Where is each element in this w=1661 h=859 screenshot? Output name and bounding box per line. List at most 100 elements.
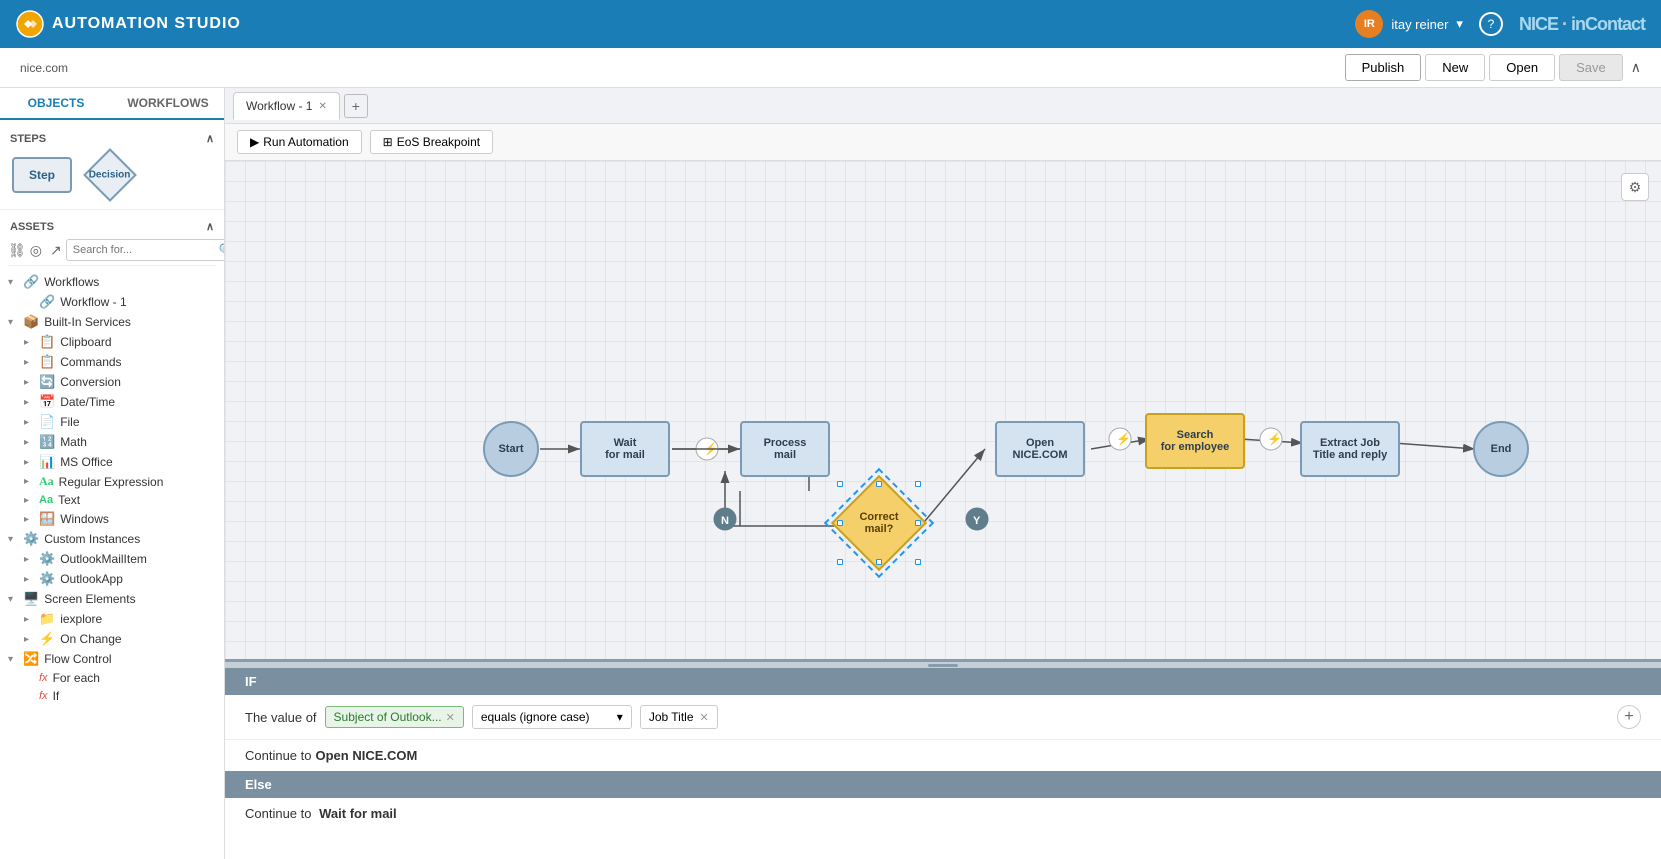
- eos-breakpoint-button[interactable]: ⊞ EoS Breakpoint: [370, 130, 493, 154]
- svg-text:⚡: ⚡: [1267, 432, 1282, 446]
- tree-item-iexplore[interactable]: ▸ 📁 iexplore: [24, 609, 216, 629]
- step-shapes: Step Decision: [8, 149, 216, 201]
- canvas-settings-button[interactable]: ⚙: [1621, 173, 1649, 201]
- tree-item-outlookapp[interactable]: ▸ ⚙️ OutlookApp: [24, 569, 216, 589]
- node-start[interactable]: Start: [483, 421, 539, 477]
- tab-workflow1-label: Workflow - 1: [246, 99, 312, 113]
- tab-close-icon[interactable]: ✕: [318, 101, 326, 112]
- node-open-nice-label: OpenNICE.COM: [1013, 437, 1068, 461]
- save-button[interactable]: Save: [1559, 54, 1623, 81]
- tree-item-flowcontrol[interactable]: ▾ 🔀 Flow Control: [8, 649, 216, 669]
- collapse-button[interactable]: ∧: [1627, 55, 1645, 80]
- tree-item-conversion[interactable]: ▸ 🔄 Conversion: [24, 372, 216, 392]
- user-name: itay reiner: [1391, 17, 1448, 32]
- tree-children-builtin: ▸ 📋 Clipboard ▸ 📋 Commands ▸ 🔄 Conversio…: [8, 332, 216, 529]
- new-button[interactable]: New: [1425, 54, 1485, 81]
- open-button[interactable]: Open: [1489, 54, 1555, 81]
- publish-button[interactable]: Publish: [1345, 54, 1422, 81]
- app-logo-icon: [16, 10, 44, 38]
- asset-target-icon[interactable]: ◎: [30, 239, 42, 261]
- chevron-down-icon: ▾: [8, 654, 20, 665]
- tree-item-custom[interactable]: ▾ ⚙️ Custom Instances: [8, 529, 216, 549]
- tree-item-clipboard[interactable]: ▸ 📋 Clipboard: [24, 332, 216, 352]
- node-extract[interactable]: Extract JobTitle and reply: [1300, 421, 1400, 477]
- assets-header: ASSETS ∧: [8, 218, 216, 235]
- play-icon: ▶: [250, 135, 259, 149]
- top-navigation: AUTOMATION STUDIO IR itay reiner ▾ ? NIC…: [0, 0, 1661, 48]
- node-process-label: Processmail: [764, 437, 807, 461]
- continue-to-target: Open NICE.COM: [316, 748, 418, 763]
- asset-link-icon[interactable]: ⛓: [8, 239, 26, 261]
- tree-item-workflows[interactable]: ▾ 🔗 Workflows: [8, 272, 216, 292]
- workflow-toolbar: ▶ Run Automation ⊞ EoS Breakpoint: [225, 124, 1661, 161]
- node-wait-for-mail[interactable]: Waitfor mail: [580, 421, 670, 477]
- tree-item-math[interactable]: ▸ 🔢 Math: [24, 432, 216, 452]
- node-end[interactable]: End: [1473, 421, 1529, 477]
- tree-item-onchange[interactable]: ▸ ⚡ On Change: [24, 629, 216, 649]
- decision-diamond-shape[interactable]: Decision: [83, 148, 137, 202]
- content-area: Workflow - 1 ✕ + ▶ Run Automation ⊞ EoS …: [225, 88, 1661, 859]
- tree-item-msoffice[interactable]: ▸ 📊 MS Office: [24, 452, 216, 472]
- user-chevron-icon: ▾: [1456, 16, 1463, 32]
- tab-workflow1[interactable]: Workflow - 1 ✕: [233, 92, 340, 120]
- node-open-nice[interactable]: OpenNICE.COM: [995, 421, 1085, 477]
- condition-field-tag[interactable]: Subject of Outlook... ✕: [325, 706, 464, 728]
- else-continue-row: Continue to Wait for mail: [225, 798, 1661, 829]
- node-search-employee[interactable]: Searchfor employee: [1145, 413, 1245, 469]
- tree-children-flowcontrol: fx For each fx If: [8, 669, 216, 705]
- app-title: AUTOMATION STUDIO: [52, 15, 241, 33]
- else-continue-label: Continue to: [245, 806, 312, 821]
- workflow-section: ▶ Run Automation ⊞ EoS Breakpoint ⚙: [225, 124, 1661, 859]
- tree-item-if[interactable]: fx If: [24, 687, 216, 705]
- node-correct-mail[interactable]: Correctmail?: [839, 483, 919, 563]
- svg-text:Y: Y: [973, 515, 981, 527]
- tree-children-screen: ▸ 📁 iexplore ▸ ⚡ On Change: [8, 609, 216, 649]
- svg-text:⚡: ⚡: [1116, 432, 1131, 446]
- tree-item-foreach[interactable]: fx For each: [24, 669, 216, 687]
- tree-item-file[interactable]: ▸ 📄 File: [24, 412, 216, 432]
- workflow-canvas[interactable]: ⚙: [225, 161, 1661, 659]
- condition-value-close-icon[interactable]: ✕: [700, 711, 709, 724]
- tree-item-datetime[interactable]: ▸ 📅 Date/Time: [24, 392, 216, 412]
- tree-item-builtin[interactable]: ▾ 📦 Built-In Services: [8, 312, 216, 332]
- canvas-arrows: ⚡ ⚡ ⚡ N Y: [225, 161, 1661, 659]
- add-condition-button[interactable]: +: [1617, 705, 1641, 729]
- asset-export-icon[interactable]: ↗: [50, 239, 62, 261]
- condition-field-close-icon[interactable]: ✕: [446, 711, 455, 724]
- tree-item-regex[interactable]: ▸ Aa Regular Expression: [24, 472, 216, 491]
- step-rect-shape[interactable]: Step: [12, 157, 72, 193]
- condition-operator-select[interactable]: equals (ignore case) ▾: [472, 705, 632, 729]
- tabs-bar: Workflow - 1 ✕ +: [225, 88, 1661, 124]
- search-input[interactable]: [73, 244, 215, 256]
- tree-item-screen[interactable]: ▾ 🖥️ Screen Elements: [8, 589, 216, 609]
- node-process-mail[interactable]: Processmail: [740, 421, 830, 477]
- condition-value-tag[interactable]: Job Title ✕: [640, 705, 718, 729]
- tree-item-outlookmailitem[interactable]: ▸ ⚙️ OutlookMailItem: [24, 549, 216, 569]
- tab-workflows[interactable]: WORKFLOWS: [112, 88, 224, 120]
- node-extract-label: Extract JobTitle and reply: [1313, 437, 1387, 461]
- user-info[interactable]: IR itay reiner ▾: [1355, 10, 1463, 38]
- condition-op-chevron-icon: ▾: [617, 710, 623, 724]
- tree-item-commands[interactable]: ▸ 📋 Commands: [24, 352, 216, 372]
- sidebar: OBJECTS WORKFLOWS STEPS ∧ Step Decision: [0, 88, 225, 859]
- search-box: 🔍: [66, 239, 225, 261]
- help-icon[interactable]: ?: [1479, 12, 1503, 36]
- tree-item-workflow1[interactable]: 🔗 Workflow - 1: [24, 292, 216, 312]
- decision-shape-item[interactable]: Decision: [84, 157, 136, 193]
- node-start-label: Start: [498, 443, 523, 455]
- step-shape-item[interactable]: Step: [12, 157, 72, 193]
- user-avatar: IR: [1355, 10, 1383, 38]
- tab-add-button[interactable]: +: [344, 94, 368, 118]
- decision-diamond-wrap: Decision: [84, 157, 136, 193]
- chevron-down-icon: ▾: [8, 534, 20, 545]
- steps-collapse-icon[interactable]: ∧: [206, 132, 214, 145]
- run-automation-button[interactable]: ▶ Run Automation: [237, 130, 362, 154]
- condition-value-label: Job Title: [649, 710, 694, 724]
- tab-objects[interactable]: OBJECTS: [0, 88, 112, 120]
- asset-tree: ▾ 🔗 Workflows 🔗 Workflow - 1 ▾ 📦 Built-I…: [8, 272, 216, 705]
- node-wait-label: Waitfor mail: [605, 437, 645, 461]
- sidebar-tabs: OBJECTS WORKFLOWS: [0, 88, 224, 120]
- assets-collapse-icon[interactable]: ∧: [206, 220, 214, 233]
- tree-item-windows[interactable]: ▸ 🪟 Windows: [24, 509, 216, 529]
- tree-item-text[interactable]: ▸ Aa Text: [24, 491, 216, 509]
